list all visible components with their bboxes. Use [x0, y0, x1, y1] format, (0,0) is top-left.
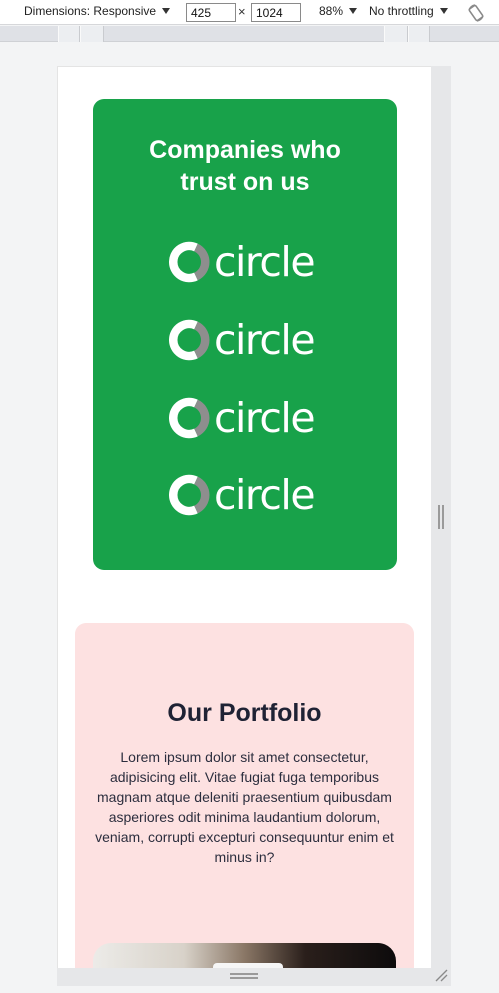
chevron-down-icon [349, 8, 358, 14]
throttling-dropdown[interactable]: No throttling [369, 4, 448, 18]
chevron-down-icon [439, 8, 448, 14]
logo-wordmark: circle [214, 316, 316, 364]
devtools-toolbar: Dimensions: Responsive × 88% No throttli… [0, 0, 499, 25]
ruler-segment[interactable] [408, 26, 430, 42]
ruler-segment[interactable] [384, 26, 408, 42]
device-viewport: Companies who trust on us circle circle … [57, 66, 431, 968]
zoom-label: 88% [319, 4, 344, 18]
portfolio-card: Our Portfolio Lorem ipsum dolor sit amet… [75, 623, 414, 968]
rotate-icon[interactable] [466, 3, 486, 23]
portfolio-description: Lorem ipsum dolor sit amet consectetur, … [95, 749, 394, 865]
trust-title: Companies who trust on us [149, 136, 341, 196]
bottom-resize-handle[interactable] [230, 973, 258, 979]
times-sign: × [238, 4, 246, 19]
dimensions-dropdown[interactable]: Dimensions: Responsive [24, 4, 171, 18]
portfolio-title: Our Portfolio [167, 699, 322, 727]
logo-wordmark: circle [214, 471, 316, 519]
ruler-segment[interactable] [58, 26, 80, 42]
ruler-segment[interactable] [80, 26, 104, 42]
circle-logo-icon [169, 474, 210, 516]
dimensions-label: Dimensions: Responsive [24, 4, 157, 18]
media-query-ruler[interactable] [0, 26, 499, 42]
zoom-dropdown[interactable]: 88% [319, 4, 358, 18]
chevron-down-icon [162, 8, 171, 14]
logo-wordmark: circle [214, 238, 316, 286]
trust-companies-card: Companies who trust on us circle circle … [93, 99, 397, 570]
throttling-label: No throttling [369, 4, 434, 18]
circle-logo-icon [169, 319, 210, 361]
circle-logo-icon [169, 241, 210, 283]
company-logo: circle [169, 240, 323, 284]
circle-logo-icon [169, 397, 210, 439]
height-input[interactable] [251, 3, 301, 22]
company-logo: circle [169, 318, 323, 362]
corner-resize-icon[interactable] [434, 968, 448, 982]
logo-wordmark: circle [214, 394, 316, 442]
company-logo: circle [169, 396, 323, 440]
portfolio-image[interactable] [93, 943, 396, 968]
width-input[interactable] [186, 3, 236, 22]
right-resize-handle[interactable] [438, 505, 444, 529]
company-logo: circle [169, 473, 323, 517]
